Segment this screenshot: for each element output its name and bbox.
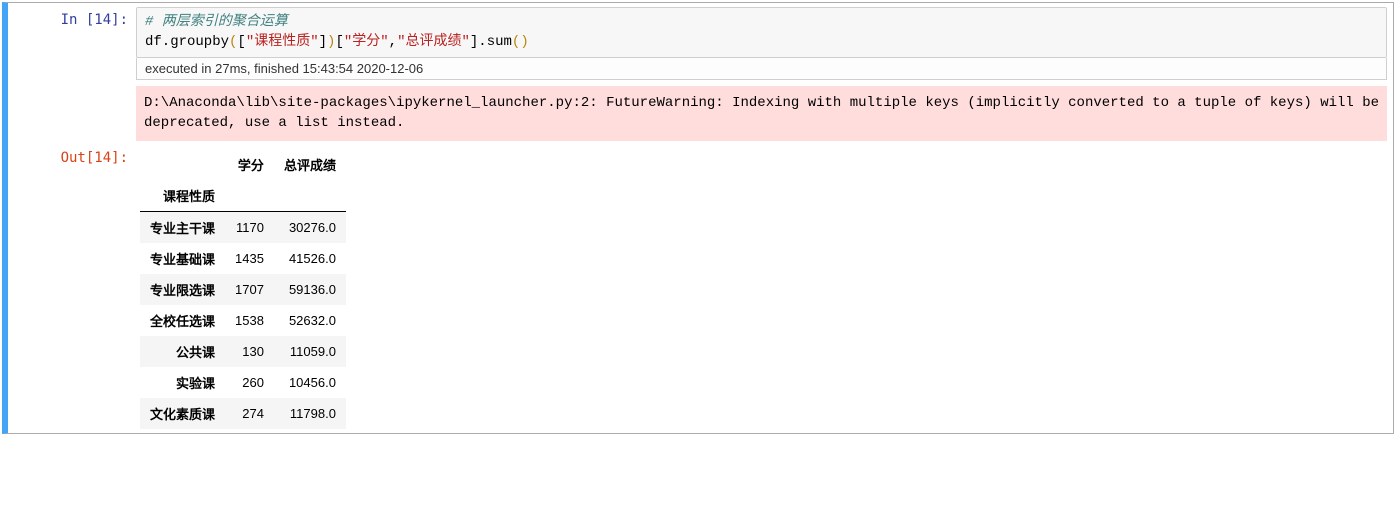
output-prompt: Out[14]: [8,145,136,169]
cell-value: 41526.0 [274,243,346,274]
bracket-close: ] [319,34,327,50]
bracket-open-2: [ [335,34,343,50]
code-line-1: # 两层索引的聚合运算 [145,13,1378,33]
dot: . [478,34,486,50]
execution-time: executed in 27ms, finished 15:43:54 2020… [136,58,1387,80]
table-row: 文化素质课 274 11798.0 [140,398,346,429]
output-row: Out[14]: 学分 总评成绩 课程性质 [8,145,1393,429]
table-row: 公共课 130 11059.0 [140,336,346,367]
comma: , [389,34,397,50]
string-lit-2: "学分" [344,34,389,50]
notebook-cell: In [14]: # 两层索引的聚合运算 df.groupby(["课程性质"]… [2,2,1394,434]
cell-value: 1538 [225,305,274,336]
warning-output: D:\Anaconda\lib\site-packages\ipykernel_… [136,86,1387,141]
string-lit: "课程性质" [246,34,319,50]
cell-value: 260 [225,367,274,398]
cell-value: 1170 [225,212,274,244]
row-label: 全校任选课 [140,305,225,336]
blank-corner [140,149,225,180]
table-row: 全校任选课 1538 52632.0 [140,305,346,336]
cell-value: 274 [225,398,274,429]
output-main-col: 学分 总评成绩 课程性质 专业主干课 1170 30276.0 [136,145,1393,429]
input-main-col: # 两层索引的聚合运算 df.groupby(["课程性质"])["学分","总… [136,7,1393,141]
cell-value: 10456.0 [274,367,346,398]
row-label: 公共课 [140,336,225,367]
row-label: 专业限选课 [140,274,225,305]
table-body: 专业主干课 1170 30276.0 专业基础课 1435 41526.0 专业… [140,212,346,430]
code-input[interactable]: # 两层索引的聚合运算 df.groupby(["课程性质"])["学分","总… [136,7,1387,58]
output-dataframe: 学分 总评成绩 课程性质 专业主干课 1170 30276.0 [140,149,346,429]
blank [225,180,274,212]
input-row: In [14]: # 两层索引的聚合运算 df.groupby(["课程性质"]… [8,7,1393,141]
cell-value: 1435 [225,243,274,274]
table-header-row-cols: 学分 总评成绩 [140,149,346,180]
table-row: 专业基础课 1435 41526.0 [140,243,346,274]
table-row: 实验课 260 10456.0 [140,367,346,398]
code-line-2: df.groupby(["课程性质"])["学分","总评成绩"].sum() [145,33,1378,53]
cell-value: 130 [225,336,274,367]
row-label: 文化素质课 [140,398,225,429]
code-ident: df.groupby [145,34,229,50]
cell-value: 11059.0 [274,336,346,367]
row-label: 实验课 [140,367,225,398]
cell-value: 1707 [225,274,274,305]
table-row: 专业主干课 1170 30276.0 [140,212,346,244]
input-prompt: In [14]: [8,7,136,31]
row-label: 专业基础课 [140,243,225,274]
method-sum: sum [487,34,512,50]
cell-value: 52632.0 [274,305,346,336]
col-header: 总评成绩 [274,149,346,180]
row-label: 专业主干课 [140,212,225,244]
table-header-row-index: 课程性质 [140,180,346,212]
table-head: 学分 总评成绩 课程性质 [140,149,346,212]
paren-close-2: ) [520,34,528,50]
code-comment: # 两层索引的聚合运算 [145,14,288,30]
blank [274,180,346,212]
bracket-open: [ [237,34,245,50]
string-lit-3: "总评成绩" [397,34,470,50]
table-row: 专业限选课 1707 59136.0 [140,274,346,305]
cell-value: 30276.0 [274,212,346,244]
cell-value: 59136.0 [274,274,346,305]
col-header: 学分 [225,149,274,180]
index-name: 课程性质 [140,180,225,212]
cell-value: 11798.0 [274,398,346,429]
